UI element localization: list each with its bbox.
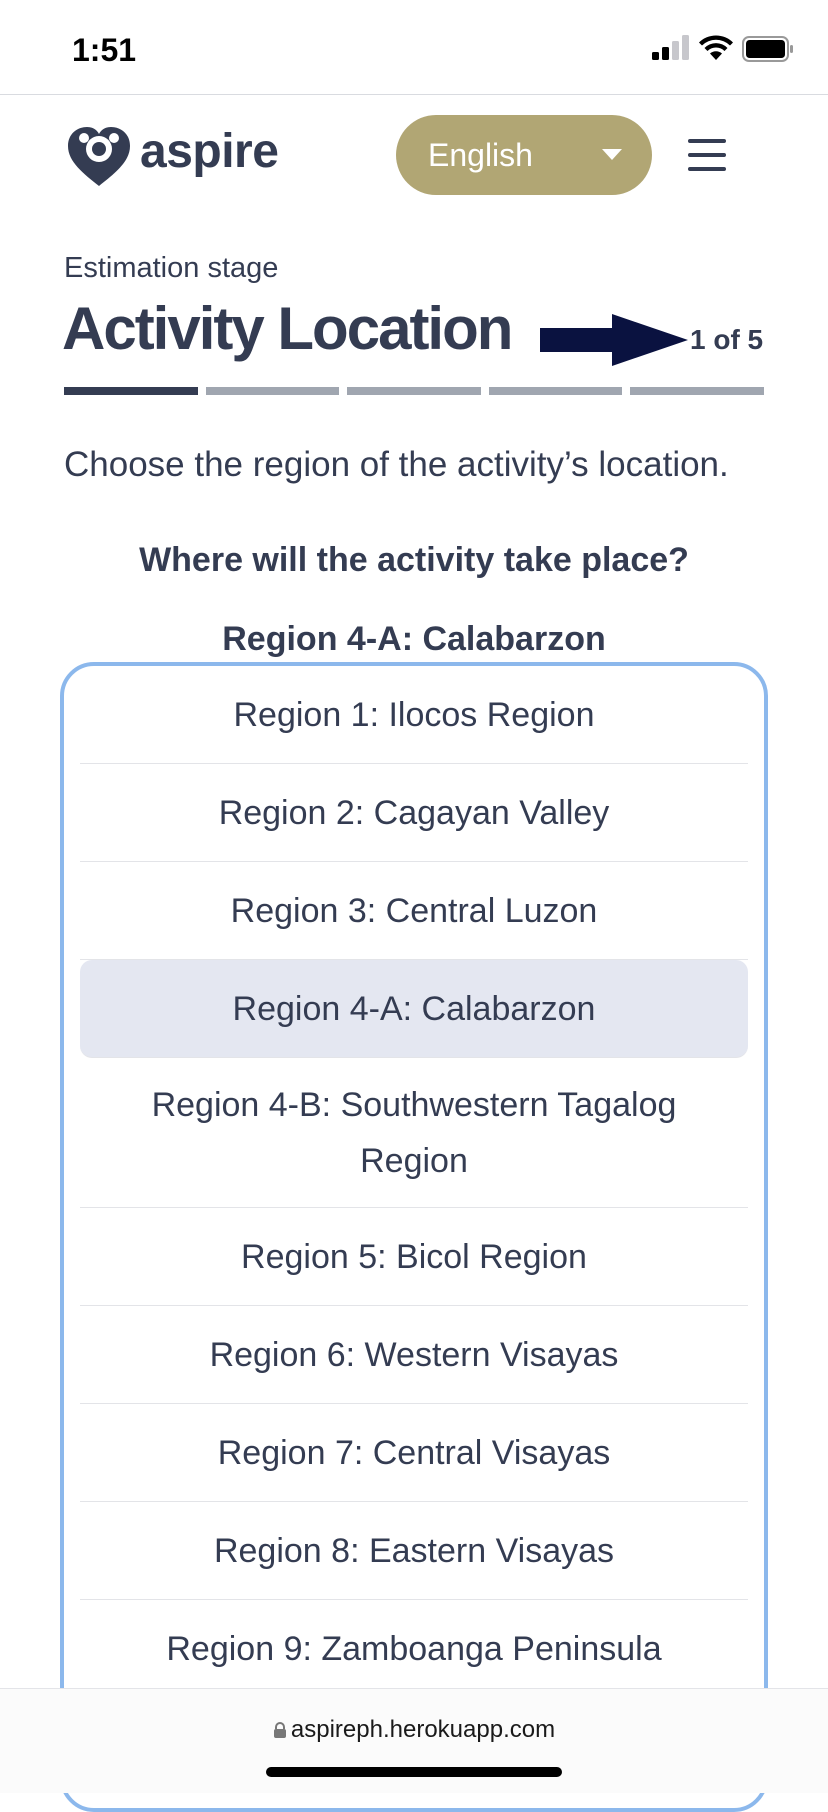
wifi-icon: [699, 35, 733, 60]
region-option[interactable]: Region 2: Cagayan Valley: [80, 764, 748, 862]
region-option[interactable]: Region 8: Eastern Visayas: [80, 1502, 748, 1600]
region-option[interactable]: Region 4-B: Southwestern Tagalog Region: [80, 1058, 748, 1208]
status-time: 1:51: [72, 32, 137, 68]
selected-region-value: Region 4-A: Calabarzon: [222, 620, 606, 658]
progress-segment: [488, 387, 623, 395]
region-option[interactable]: Region 9: Zamboanga Peninsula: [80, 1600, 748, 1698]
region-listbox[interactable]: Region 1: Ilocos Region Region 2: Cagaya…: [60, 662, 768, 1812]
hamburger-menu-icon[interactable]: [688, 139, 726, 171]
language-select-value: English: [428, 137, 533, 173]
caret-down-icon: [602, 149, 622, 160]
aspire-logo-text[interactable]: aspire: [140, 120, 279, 184]
stage-progress-bar: [64, 387, 764, 395]
browser-url-bar[interactable]: aspireph.herokuapp.com: [0, 1688, 828, 1793]
instruction-text: Choose the region of the activity’s loca…: [64, 445, 729, 484]
step-counter: 1 of 5: [690, 324, 764, 355]
progress-segment: [347, 387, 481, 395]
region-option-selected[interactable]: Region 4-A: Calabarzon: [80, 960, 748, 1058]
progress-segment: [630, 387, 764, 395]
progress-segment: [205, 387, 340, 395]
language-select[interactable]: English: [396, 115, 652, 195]
aspire-logo-icon[interactable]: [64, 124, 134, 188]
region-option[interactable]: Region 3: Central Luzon: [80, 862, 748, 960]
region-option[interactable]: Region 6: Western Visayas: [80, 1306, 748, 1404]
stage-label: Estimation stage: [64, 252, 279, 284]
status-bar-divider: [0, 94, 828, 95]
arrow-right-icon: [540, 314, 688, 366]
home-indicator[interactable]: [266, 1767, 562, 1777]
region-option[interactable]: Region 7: Central Visayas: [80, 1404, 748, 1502]
url-display[interactable]: aspireph.herokuapp.com: [0, 1713, 828, 1747]
progress-segment: [64, 387, 198, 395]
region-option[interactable]: Region 5: Bicol Region: [80, 1208, 748, 1306]
cellular-signal-icon: [652, 35, 689, 60]
page-title: Activity Location: [62, 295, 513, 362]
lock-icon: [273, 1722, 286, 1738]
region-options: Region 1: Ilocos Region Region 2: Cagaya…: [80, 666, 748, 1698]
url-domain: aspireph.herokuapp.com: [290, 1716, 556, 1743]
region-option[interactable]: Region 1: Ilocos Region: [80, 666, 748, 764]
battery-icon: [742, 36, 793, 62]
question-text: Where will the activity take place?: [139, 541, 689, 579]
